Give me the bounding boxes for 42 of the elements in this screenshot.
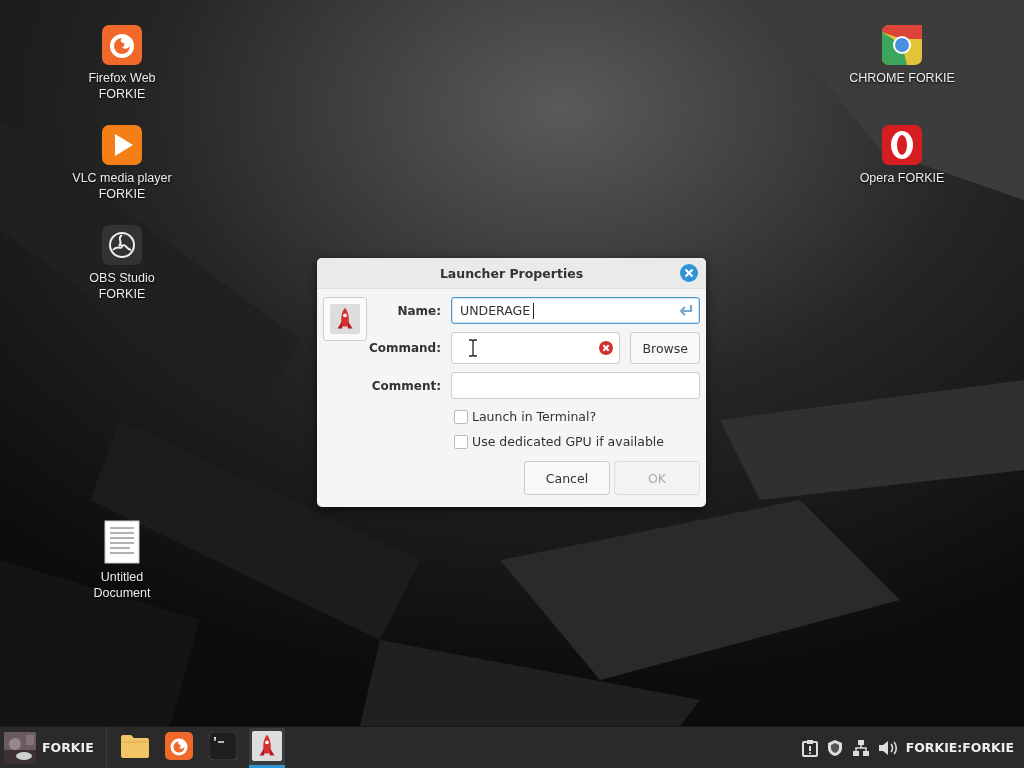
play-icon [102,125,142,165]
user-name[interactable]: FORKIE [42,740,94,755]
ring-logo-icon [102,225,142,265]
icon-label[interactable]: CHROME FORKIE [837,70,967,86]
close-button[interactable] [680,264,698,282]
window-title: Launcher Properties [439,265,584,281]
fox-app-icon [102,25,142,65]
rocket-icon [330,304,360,334]
text-cursor-icon [468,339,478,357]
checkbox-label[interactable]: Launch in Terminal? [472,409,597,424]
launcher-button[interactable] [248,727,285,768]
terminal-icon [208,732,237,760]
field-label: Name: [397,303,441,318]
rocket-icon [251,731,282,761]
icon-label[interactable]: Opera FORKIE [837,170,967,186]
return-arrow-icon [677,303,693,318]
browser-icon [882,25,922,65]
icon-label[interactable]: VLC media player FORKIE [71,170,173,202]
checkbox[interactable] [454,434,468,449]
icon-label[interactable]: OBS Studio FORKIE [71,270,173,302]
letter-o-icon [882,125,922,165]
user-label[interactable]: FORKIE:FORKIE [905,740,1014,755]
icon-label[interactable]: Untitled Document [71,569,173,601]
document-icon [104,520,140,564]
input-field[interactable] [451,332,621,364]
checkbox-label[interactable]: Use dedicated GPU if available [472,434,664,449]
shield-icon [825,738,844,757]
browse-button[interactable]: Browse [630,332,700,364]
icon-label[interactable]: Firefox Web FORKIE [71,70,173,102]
folder-icon [119,733,150,759]
input-field[interactable]: UNDERAGE [451,297,700,324]
input-field[interactable] [451,372,700,399]
clipboard-icon [801,738,818,757]
checkbox[interactable] [454,409,468,424]
speaker-icon [877,738,898,757]
fox-app-icon [164,732,193,760]
error-icon [599,341,614,355]
network-icon [851,738,870,757]
icon-picker-button[interactable] [323,297,367,341]
dialog-button[interactable]: Cancel [524,461,610,495]
field-label: Command: [368,341,441,355]
field-label: Comment: [371,378,441,393]
